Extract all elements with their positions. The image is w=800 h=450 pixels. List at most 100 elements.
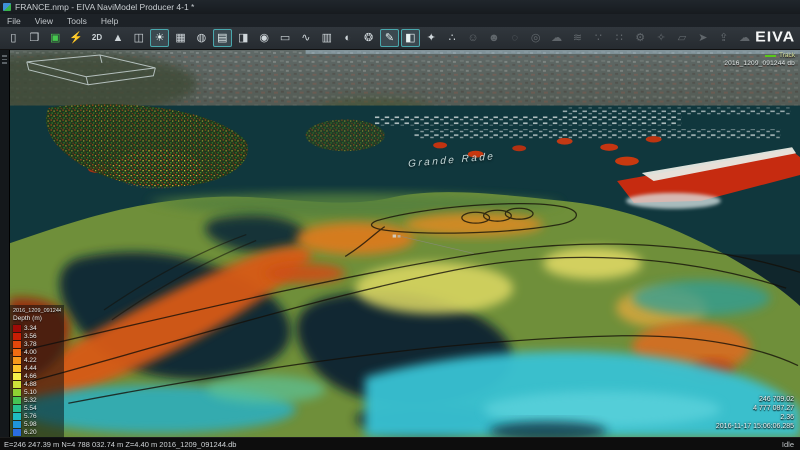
toolbar-bounding-box[interactable]: ◫ (129, 29, 148, 47)
title-bar[interactable]: FRANCE.nmp - EIVA NaviModel Producer 4-1… (0, 0, 800, 14)
toolbar-point-small: ◌ (505, 29, 524, 47)
eiva-logo: EIVA (755, 30, 795, 47)
grid-icon: ▦ (175, 33, 185, 44)
cursor-overlay-line: 2016-11-17 15:06:06.285 (716, 423, 794, 432)
cursor-position-overlay: 246 709.024 777 087.272.362016-11-17 15:… (716, 396, 794, 432)
toolbar-cloud-upload: ⇪ (714, 29, 733, 47)
point-cloud-icon: ∴ (449, 33, 456, 44)
toolbar-north-arrow[interactable]: ▲ (108, 29, 127, 47)
smiley-filled-icon: ☻ (488, 33, 500, 44)
toolbar-scrub: ▱ (673, 29, 692, 47)
toolbar-contrast[interactable]: ◐ (338, 29, 357, 47)
window-title: FRANCE.nmp - EIVA NaviModel Producer 4-1… (15, 2, 194, 12)
cursor-overlay-line: 2.36 (716, 414, 794, 423)
depth-color-swatch (13, 373, 21, 380)
depth-color-swatch (13, 325, 21, 332)
toolbar-new-file[interactable]: ▯ (4, 29, 23, 47)
cursor-overlay-line: 246 709.02 (716, 396, 794, 405)
depth-value: 4.44 (24, 365, 37, 372)
depth-color-swatch (13, 333, 21, 340)
point-b-icon: ∷ (616, 33, 623, 44)
illumination-icon: ☀ (155, 33, 165, 44)
toolbar-smiley-open: ☺ (464, 29, 483, 47)
depth-value: 3.78 (24, 341, 37, 348)
depth-legend-row: 6.20 (13, 428, 61, 436)
cloud-processing-icon: ≋ (573, 33, 582, 44)
depth-value: 5.54 (24, 405, 37, 412)
depth-legend-title: 2016_1209_091244.db (13, 308, 61, 314)
menu-file[interactable]: File (0, 14, 28, 27)
point-ring-icon: ◎ (531, 33, 541, 44)
toolbar-snapshot[interactable]: ◉ (255, 29, 274, 47)
depth-legend-rows: 3.343.563.784.004.224.444.664.885.105.32… (13, 324, 61, 436)
depth-legend-row: 5.32 (13, 396, 61, 404)
toolbar-pointer: ➤ (693, 29, 712, 47)
profile-icon: ∿ (301, 33, 310, 44)
toolbar-cloud-outline: ☁ (735, 29, 754, 47)
depth-value: 4.66 (24, 373, 37, 380)
menu-tools[interactable]: Tools (60, 14, 94, 27)
collapsed-panel-tab[interactable] (0, 50, 10, 437)
toolbar-histogram[interactable]: ▥ (317, 29, 336, 47)
3d-viewport[interactable]: Grande Rade Track 2016_1209_091244 db 20… (0, 50, 800, 437)
depth-color-swatch (13, 381, 21, 388)
depth-value: 4.22 (24, 357, 37, 364)
toolbar-shading[interactable]: ◧ (401, 29, 420, 47)
view-2d-icon: 2D (92, 34, 102, 42)
toolbar-palette[interactable]: ❂ (359, 29, 378, 47)
snapshot-icon: ◉ (259, 33, 269, 44)
scene-render[interactable] (9, 50, 800, 437)
depth-legend-row: 5.54 (13, 404, 61, 412)
depth-legend-row: 3.56 (13, 332, 61, 340)
status-coordinates: E=246 247.39 m N=4 788 032.74 m Z=4.40 m… (4, 440, 236, 449)
depth-color-swatch (13, 397, 21, 404)
depth-value: 5.98 (24, 421, 37, 428)
palette-icon: ❂ (364, 33, 373, 44)
rov-icon: ⚙ (635, 33, 645, 44)
menu-help[interactable]: Help (94, 14, 125, 27)
world-map-icon: ◍ (197, 33, 207, 44)
toolbar-layers[interactable]: ▤ (213, 29, 232, 47)
toolbar-measure[interactable]: ▭ (276, 29, 295, 47)
edit-surface-icon: ✎ (385, 33, 394, 44)
depth-legend-row: 4.88 (13, 380, 61, 388)
menu-view[interactable]: View (28, 14, 60, 27)
depth-legend-row: 4.22 (13, 356, 61, 364)
histogram-icon: ▥ (322, 33, 332, 44)
toolbar-view-2d[interactable]: 2D (88, 29, 107, 47)
scrub-icon: ▱ (678, 33, 686, 44)
depth-color-swatch (13, 341, 21, 348)
depth-legend-row: 3.34 (13, 324, 61, 332)
toolbar-connect[interactable]: ⚡ (67, 29, 86, 47)
smiley-open-icon: ☺ (467, 33, 478, 44)
measure-icon: ▭ (280, 33, 290, 44)
status-state: Idle (782, 440, 794, 449)
toolbar-open-project[interactable]: ❐ (25, 29, 44, 47)
toolbar-illumination[interactable]: ☀ (150, 29, 169, 47)
depth-legend-row: 4.44 (13, 364, 61, 372)
toolbar-save-project[interactable]: ▣ (46, 29, 65, 47)
depth-color-swatch (13, 429, 21, 436)
toolbar-view-3d[interactable]: ◨ (234, 29, 253, 47)
highlight-icon: ✦ (427, 33, 436, 44)
cursor-overlay-line: 4 777 087.27 (716, 405, 794, 414)
menu-bar: FileViewToolsHelp (0, 14, 800, 27)
open-project-icon: ❐ (29, 33, 39, 44)
toolbar-highlight[interactable]: ✦ (422, 29, 441, 47)
depth-value: 3.34 (24, 325, 37, 332)
toolbar-sweep: ✧ (652, 29, 671, 47)
toolbar-point-cloud[interactable]: ∴ (443, 29, 462, 47)
cloud-upload-icon: ⇪ (719, 33, 728, 44)
point-small-icon: ◌ (512, 33, 519, 44)
depth-value: 4.88 (24, 381, 37, 388)
toolbar-cloud-processing: ≋ (568, 29, 587, 47)
toolbar-profile[interactable]: ∿ (296, 29, 315, 47)
depth-color-swatch (13, 357, 21, 364)
cloud-eiva-icon: ☁ (551, 33, 562, 44)
depth-value: 4.00 (24, 349, 37, 356)
new-file-icon: ▯ (10, 33, 16, 44)
toolbar-edit-surface[interactable]: ✎ (380, 29, 399, 47)
toolbar-grid[interactable]: ▦ (171, 29, 190, 47)
sweep-icon: ✧ (656, 33, 665, 44)
toolbar-world-map[interactable]: ◍ (192, 29, 211, 47)
